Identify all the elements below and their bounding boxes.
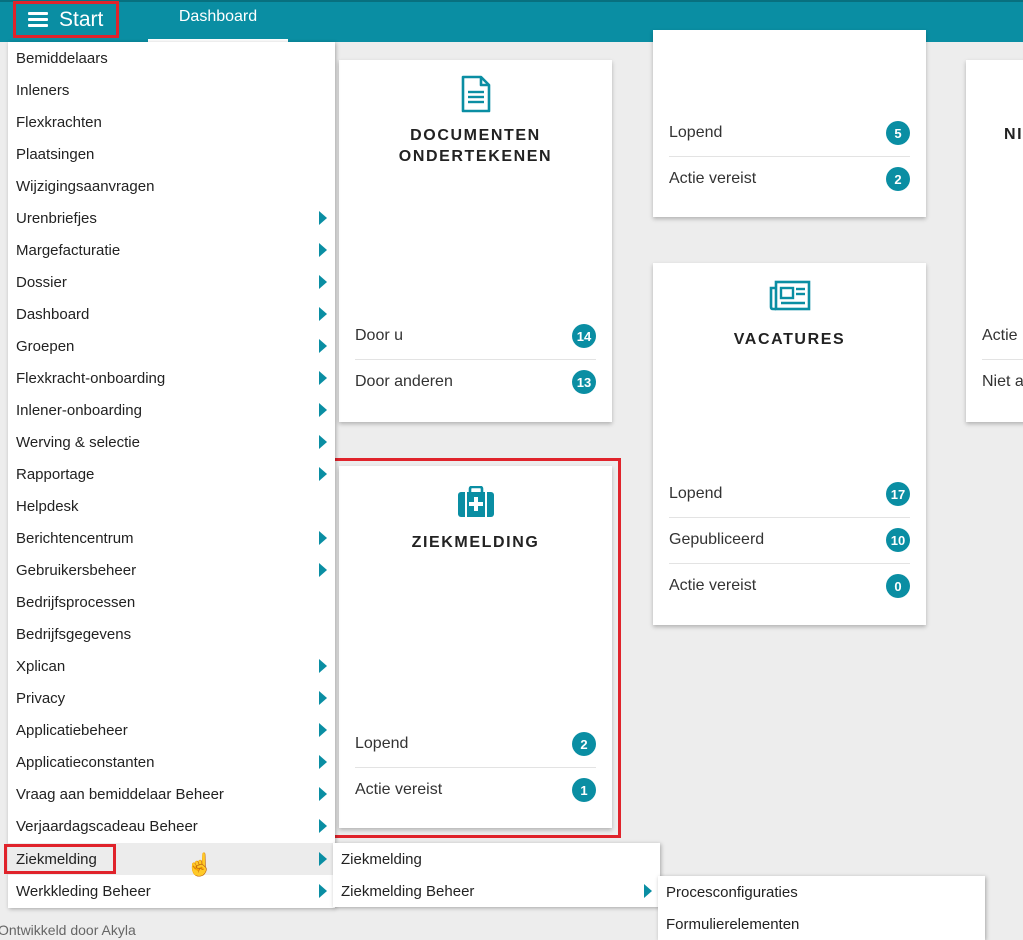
caret-right-icon	[319, 691, 327, 705]
menu-item-dashboard[interactable]: Dashboard	[8, 298, 335, 330]
card-row-lopend[interactable]: Lopend 5	[669, 110, 910, 157]
caret-right-icon	[644, 884, 652, 898]
caret-right-icon	[319, 563, 327, 577]
highlight-box-ziekmelding-card	[331, 458, 621, 838]
hamburger-menu-icon	[28, 9, 48, 30]
menu-item-privacy[interactable]: Privacy	[8, 682, 335, 714]
menu-item-gebruikersbeheer[interactable]: Gebruikersbeheer	[8, 554, 335, 586]
start-menu: Bemiddelaars Inleners Flexkrachten Plaat…	[4, 42, 335, 908]
caret-right-icon	[319, 467, 327, 481]
menu-item-helpdesk[interactable]: Helpdesk	[8, 490, 335, 522]
footer-credit: Ontwikkeld door Akyla	[0, 922, 136, 938]
card-row-actie-vereist[interactable]: Actie vereist 0	[669, 563, 910, 609]
menu-item-ziekmelding[interactable]: Ziekmelding ☝	[4, 843, 335, 877]
caret-right-icon	[319, 275, 327, 289]
menu-item-werving-selectie[interactable]: Werving & selectie	[8, 426, 335, 458]
card-row-lopend[interactable]: Lopend 17	[669, 471, 910, 518]
menu-item-bedrijfsgegevens[interactable]: Bedrijfsgegevens	[8, 618, 335, 650]
submenu-ziekmelding: Ziekmelding Ziekmelding Beheer	[333, 843, 660, 907]
caret-right-icon	[319, 659, 327, 673]
card-row-actie[interactable]: Actie	[982, 313, 1023, 360]
caret-right-icon	[319, 819, 327, 833]
menu-item-bemiddelaars[interactable]: Bemiddelaars	[8, 42, 335, 74]
count-badge: 13	[572, 370, 596, 394]
card-top-middle[interactable]: Lopend 5 Actie vereist 2	[653, 30, 926, 217]
start-menu-button[interactable]: Start	[13, 1, 119, 38]
caret-right-icon	[319, 243, 327, 257]
menu-item-urenbriefjes[interactable]: Urenbriefjes	[8, 202, 335, 234]
caret-right-icon	[319, 371, 327, 385]
submenu-ziekmelding-beheer: Procesconfiguraties Formulierelementen	[658, 876, 985, 940]
submenu-item-ziekmelding[interactable]: Ziekmelding	[333, 843, 660, 875]
menu-item-applicatiebeheer[interactable]: Applicatiebeheer	[8, 714, 335, 746]
caret-right-icon	[319, 403, 327, 417]
card-row-gepubliceerd[interactable]: Gepubliceerd 10	[669, 517, 910, 564]
menu-item-flexkracht-onboarding[interactable]: Flexkracht-onboarding	[8, 362, 335, 394]
card-title: NI	[1004, 126, 1023, 143]
card-documenten-ondertekenen[interactable]: DOCUMENTEN ONDERTEKENEN Door u 14 Door a…	[339, 60, 612, 422]
card-row-niet[interactable]: Niet a	[982, 359, 1023, 405]
caret-right-icon	[319, 884, 327, 898]
menu-item-dossier[interactable]: Dossier	[8, 266, 335, 298]
card-right-partial[interactable]: NI Actie Niet a	[966, 60, 1023, 422]
menu-item-verjaardagscadeau-beheer[interactable]: Verjaardagscadeau Beheer	[8, 810, 335, 842]
menu-item-wijzigingsaanvragen[interactable]: Wijzigingsaanvragen	[8, 170, 335, 202]
submenu-item-ziekmelding-beheer[interactable]: Ziekmelding Beheer	[333, 875, 660, 907]
card-row-door-anderen[interactable]: Door anderen 13	[355, 359, 596, 405]
card-title: DOCUMENTEN ONDERTEKENEN	[398, 127, 553, 165]
submenu-item-formulierelementen[interactable]: Formulierelementen	[658, 908, 985, 940]
menu-item-plaatsingen[interactable]: Plaatsingen	[8, 138, 335, 170]
newspaper-icon	[653, 280, 926, 312]
count-badge: 2	[886, 167, 910, 191]
menu-item-inleners[interactable]: Inleners	[8, 74, 335, 106]
caret-right-icon	[319, 755, 327, 769]
card-row-door-u[interactable]: Door u 14	[355, 313, 596, 360]
caret-right-icon	[319, 787, 327, 801]
submenu-item-procesconfiguraties[interactable]: Procesconfiguraties	[658, 876, 985, 908]
caret-right-icon	[319, 531, 327, 545]
count-badge: 17	[886, 482, 910, 506]
count-badge: 5	[886, 121, 910, 145]
menu-item-inlener-onboarding[interactable]: Inlener-onboarding	[8, 394, 335, 426]
caret-right-icon	[319, 435, 327, 449]
caret-right-icon	[319, 211, 327, 225]
caret-right-icon	[319, 307, 327, 321]
count-badge: 14	[572, 324, 596, 348]
card-title: VACATURES	[733, 331, 846, 348]
caret-right-icon	[319, 339, 327, 353]
menu-item-bedrijfsprocessen[interactable]: Bedrijfsprocessen	[8, 586, 335, 618]
tab-dashboard[interactable]: Dashboard	[148, 0, 288, 42]
menu-item-berichtencentrum[interactable]: Berichtencentrum	[8, 522, 335, 554]
menu-item-rapportage[interactable]: Rapportage	[8, 458, 335, 490]
document-icon	[339, 75, 612, 113]
menu-item-groepen[interactable]: Groepen	[8, 330, 335, 362]
card-row-actie-vereist[interactable]: Actie vereist 2	[669, 156, 910, 202]
start-label: Start	[59, 7, 104, 31]
count-badge: 10	[886, 528, 910, 552]
menu-item-werkkleding-beheer[interactable]: Werkkleding Beheer	[8, 875, 335, 907]
highlight-box-ziekmelding-menu	[4, 844, 116, 874]
card-vacatures[interactable]: VACATURES Lopend 17 Gepubliceerd 10 Acti…	[653, 263, 926, 625]
menu-item-xplican[interactable]: Xplican	[8, 650, 335, 682]
menu-item-margefacturatie[interactable]: Margefacturatie	[8, 234, 335, 266]
menu-item-vraag-aan-bemiddelaar-beheer[interactable]: Vraag aan bemiddelaar Beheer	[8, 778, 335, 810]
caret-right-icon	[319, 723, 327, 737]
menu-item-applicatieconstanten[interactable]: Applicatieconstanten	[8, 746, 335, 778]
count-badge: 0	[886, 574, 910, 598]
caret-right-icon	[319, 852, 327, 866]
menu-item-flexkrachten[interactable]: Flexkrachten	[8, 106, 335, 138]
